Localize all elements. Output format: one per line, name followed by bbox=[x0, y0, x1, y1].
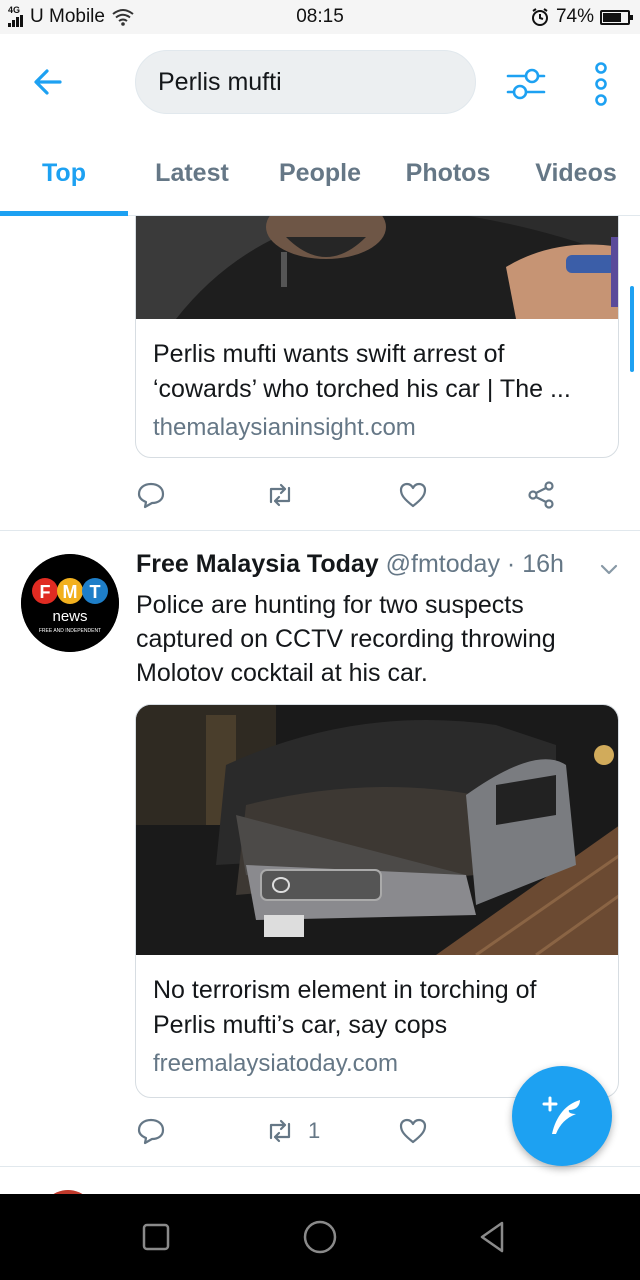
battery-percent: 74% bbox=[555, 6, 594, 27]
battery-icon bbox=[600, 9, 633, 25]
reply-button[interactable] bbox=[136, 1116, 178, 1146]
retweet-button[interactable]: 1 bbox=[264, 1116, 320, 1146]
tab-latest[interactable]: Latest bbox=[128, 130, 256, 216]
heart-icon bbox=[399, 482, 427, 508]
like-button[interactable] bbox=[398, 1116, 440, 1146]
tweet-divider bbox=[0, 1166, 640, 1167]
next-tweet-peek bbox=[0, 1186, 640, 1194]
search-tabs: Top Latest People Photos Videos bbox=[0, 130, 640, 216]
tab-label: Latest bbox=[155, 158, 229, 187]
link-card[interactable]: No terrorism element in torching of Perl… bbox=[135, 704, 619, 1098]
svg-text:news: news bbox=[52, 608, 87, 625]
system-nav-bar bbox=[0, 1194, 640, 1280]
compose-feather-icon bbox=[542, 1096, 580, 1134]
reply-icon bbox=[137, 482, 165, 509]
link-card[interactable]: Perlis mufti wants swift arrest of ‘cowa… bbox=[135, 216, 619, 458]
tab-top[interactable]: Top bbox=[0, 130, 128, 216]
tab-people[interactable]: People bbox=[256, 130, 384, 216]
tweet-text: Police are hunting for two suspects capt… bbox=[136, 591, 556, 687]
tweet-time: · 16h bbox=[506, 550, 564, 578]
recent-apps-button[interactable] bbox=[136, 1217, 176, 1257]
tweet-menu-button[interactable] bbox=[598, 558, 620, 580]
like-button[interactable] bbox=[398, 480, 440, 510]
reply-icon bbox=[137, 1118, 165, 1145]
status-right: 74% bbox=[530, 6, 633, 28]
retweet-button[interactable] bbox=[264, 480, 308, 510]
svg-text:F: F bbox=[40, 582, 51, 602]
tweet-divider bbox=[0, 530, 640, 531]
search-input[interactable]: Perlis mufti bbox=[135, 50, 476, 114]
fmt-logo: F M T news FREE AND INDEPENDENT bbox=[21, 554, 119, 652]
more-options-button[interactable] bbox=[590, 62, 612, 106]
triangle-back-icon bbox=[480, 1221, 504, 1253]
card-image bbox=[136, 705, 618, 955]
heart-icon bbox=[399, 1118, 427, 1144]
compose-tweet-button[interactable] bbox=[512, 1066, 612, 1166]
tab-label: Top bbox=[42, 158, 86, 187]
share-button[interactable] bbox=[526, 480, 568, 510]
chevron-down-icon bbox=[600, 564, 618, 575]
back-button[interactable] bbox=[28, 62, 68, 102]
status-bar: 4G U Mobile 08:15 74% bbox=[0, 0, 640, 34]
tweet-header: Free Malaysia Today @fmtoday · 16h bbox=[136, 550, 564, 579]
author-handle[interactable]: @fmtoday bbox=[386, 550, 500, 578]
arrow-left-icon bbox=[34, 69, 62, 95]
author-name[interactable]: Free Malaysia Today bbox=[136, 550, 379, 578]
card-text: No terrorism element in torching of Perl… bbox=[136, 955, 618, 1083]
card-title: Perlis mufti wants swift arrest of ‘cowa… bbox=[153, 340, 571, 403]
tab-label: Videos bbox=[535, 158, 617, 187]
svg-text:FREE AND INDEPENDENT: FREE AND INDEPENDENT bbox=[39, 628, 101, 634]
back-nav-button[interactable] bbox=[472, 1217, 512, 1257]
circle-icon bbox=[303, 1220, 337, 1254]
card-text: Perlis mufti wants swift arrest of ‘cowa… bbox=[136, 319, 618, 447]
retweet-icon bbox=[269, 1119, 291, 1143]
svg-text:T: T bbox=[90, 582, 101, 602]
home-button[interactable] bbox=[300, 1217, 340, 1257]
card-title: No terrorism element in torching of Perl… bbox=[153, 976, 537, 1039]
scrollbar[interactable] bbox=[630, 286, 634, 372]
tab-label: People bbox=[279, 158, 361, 187]
search-filter-button[interactable] bbox=[504, 62, 548, 106]
search-header: Perlis mufti bbox=[0, 34, 640, 130]
svg-text:M: M bbox=[63, 582, 78, 602]
reply-button[interactable] bbox=[136, 480, 178, 510]
alarm-icon bbox=[531, 8, 548, 26]
share-icon bbox=[528, 481, 554, 509]
retweet-count: 1 bbox=[308, 1118, 321, 1143]
card-image bbox=[136, 216, 618, 319]
card-domain: themalaysianinsight.com bbox=[153, 414, 416, 441]
tab-videos[interactable]: Videos bbox=[512, 130, 640, 216]
vertical-dots-icon bbox=[595, 62, 607, 106]
avatar[interactable]: F M T news FREE AND INDEPENDENT bbox=[21, 554, 119, 652]
tab-photos[interactable]: Photos bbox=[384, 130, 512, 216]
retweet-icon bbox=[269, 483, 291, 507]
tab-label: Photos bbox=[405, 158, 491, 187]
sliders-icon bbox=[506, 68, 546, 100]
search-results-feed[interactable]: Perlis mufti wants swift arrest of ‘cowa… bbox=[0, 216, 640, 1194]
square-icon bbox=[142, 1223, 170, 1251]
